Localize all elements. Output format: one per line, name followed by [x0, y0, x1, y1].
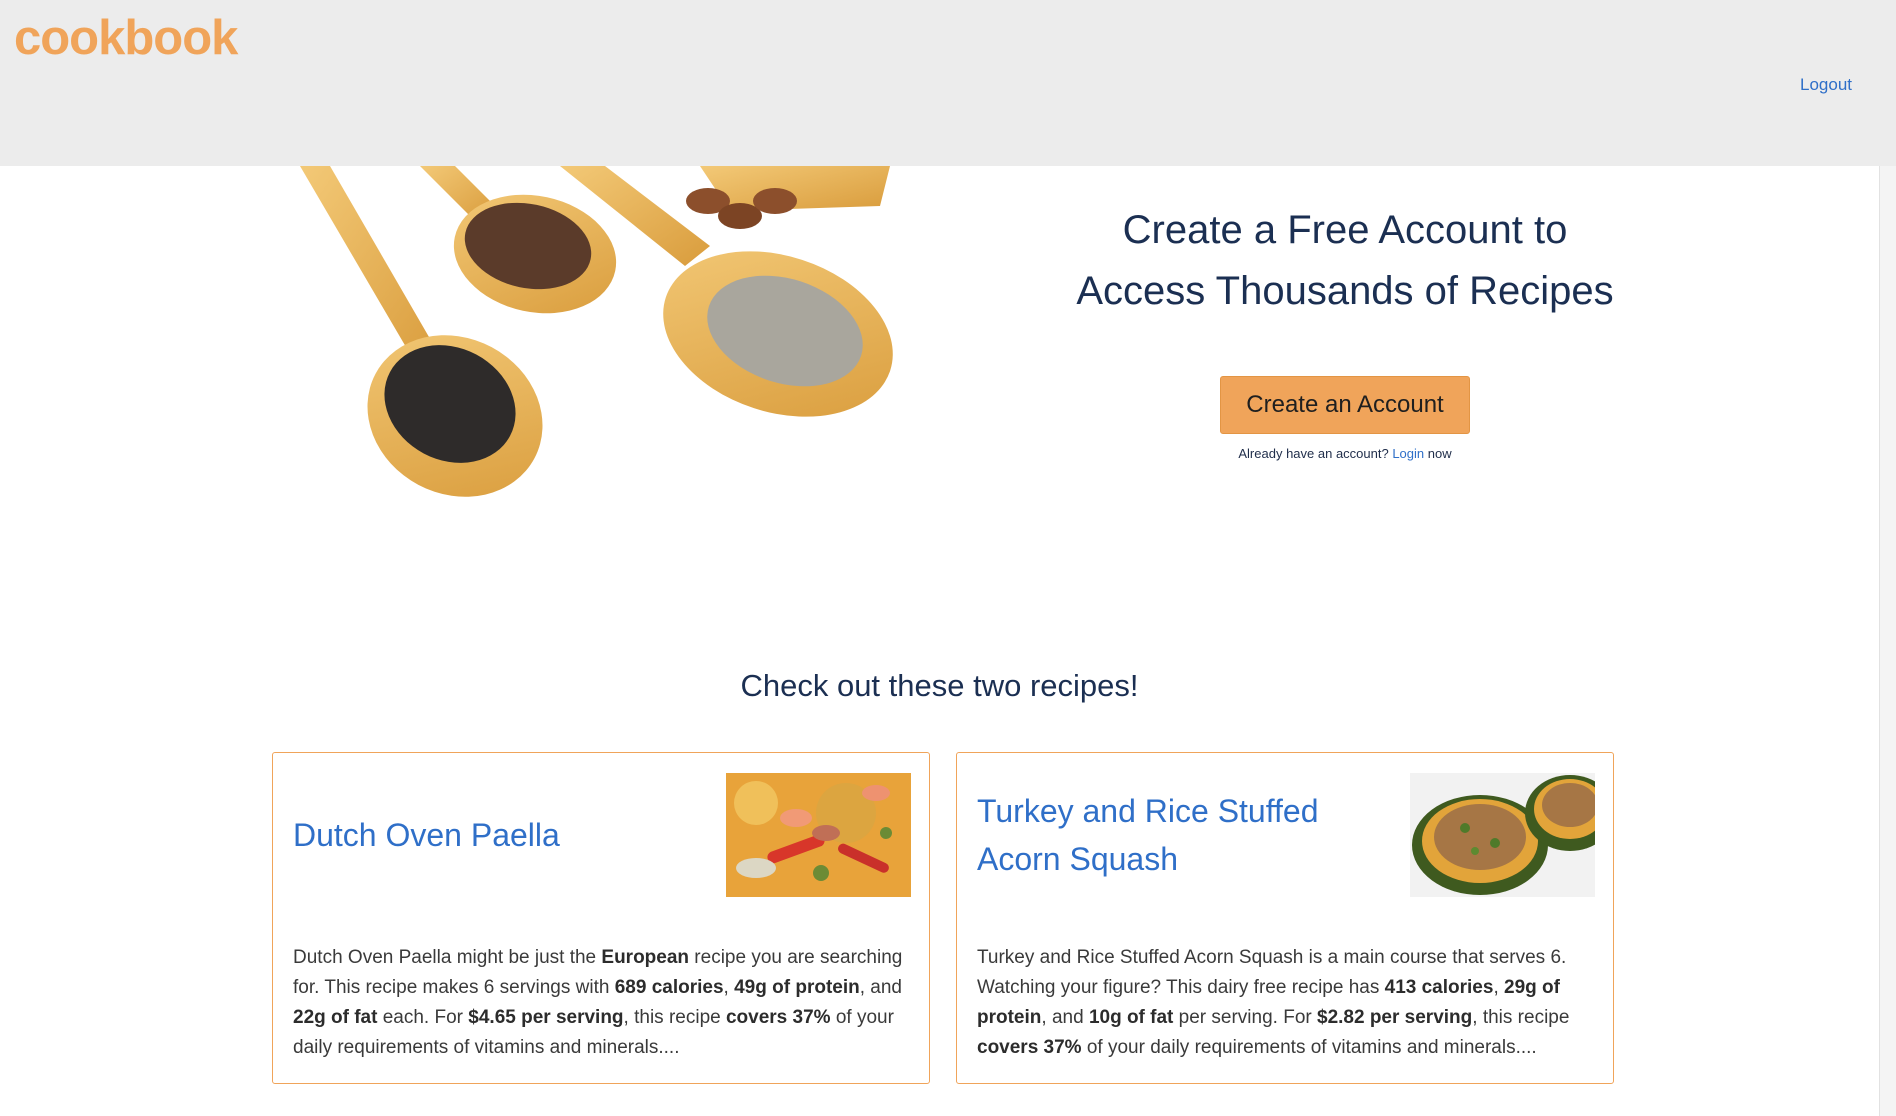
- signup-panel: Create a Free Account to Access Thousand…: [1040, 200, 1650, 461]
- paella-dish-image[interactable]: [726, 773, 911, 897]
- recipe-calories: 689 calories: [614, 977, 724, 998]
- recipe-description: Dutch Oven Paella might be just the Euro…: [293, 943, 913, 1063]
- recipe-desc-text: , this recipe: [1472, 1007, 1570, 1028]
- recipe-desc-text: ,: [723, 977, 735, 998]
- recipe-desc-text: , and: [859, 977, 902, 998]
- recipe-desc-text: Dutch Oven Paella might be just the: [293, 947, 602, 968]
- recipes-section-title: Check out these two recipes!: [740, 668, 1139, 703]
- recipe-calories: 413 calories: [1384, 977, 1494, 998]
- login-note-suffix: now: [1427, 446, 1452, 461]
- recipe-fat: 10g of fat: [1088, 1007, 1174, 1028]
- signup-heading: Create a Free Account to Access Thousand…: [1040, 200, 1650, 322]
- recipe-desc-text: , this recipe: [623, 1007, 726, 1028]
- recipe-desc-text: ,: [1493, 977, 1505, 998]
- recipe-card-header: Dutch Oven Paella: [293, 773, 911, 897]
- signup-heading-line2: Access Thousands of Recipes: [1076, 269, 1614, 313]
- recipe-card-header: Turkey and Rice Stuffed Acorn Squash: [977, 773, 1595, 897]
- recipe-protein: 49g of protein: [734, 977, 860, 998]
- recipe-desc-text: of your daily requirements of vitamins a…: [1081, 1037, 1537, 1058]
- top-header: cookbook Logout: [0, 0, 1896, 166]
- recipe-fat: 22g of fat: [293, 1007, 378, 1028]
- wooden-spoons-with-seeds-image: [300, 166, 893, 497]
- login-link[interactable]: Login: [1392, 446, 1424, 461]
- login-note: Already have an account? Login now: [1040, 446, 1650, 461]
- recipe-description: Turkey and Rice Stuffed Acorn Squash is …: [977, 943, 1597, 1063]
- logout-link[interactable]: Logout: [1800, 75, 1852, 95]
- recipe-desc-text: each. For: [377, 1007, 469, 1028]
- page-scrollbar[interactable]: [1879, 0, 1896, 1116]
- recipe-coverage: covers 37%: [977, 1037, 1082, 1058]
- stuffed-acorn-squash-image[interactable]: [1410, 773, 1595, 897]
- recipe-desc-text: , and: [1041, 1007, 1089, 1028]
- recipe-desc-text: per serving. For: [1173, 1007, 1317, 1028]
- page: cookbook Logout Create a Free Account to: [0, 0, 1896, 1116]
- create-account-button[interactable]: Create an Account: [1220, 376, 1470, 434]
- recipe-price: $4.65 per serving: [468, 1007, 624, 1028]
- recipe-coverage: covers 37%: [725, 1007, 831, 1028]
- login-note-prefix: Already have an account?: [1238, 446, 1389, 461]
- signup-heading-line1: Create a Free Account to: [1122, 208, 1568, 252]
- recipe-price: $2.82 per serving: [1317, 1007, 1473, 1028]
- recipe-card: Turkey and Rice Stuffed Acorn Squash Tur…: [956, 752, 1614, 1084]
- cookbook-logo[interactable]: cookbook: [14, 8, 238, 68]
- recipe-title-link[interactable]: Turkey and Rice Stuffed Acorn Squash: [977, 787, 1397, 883]
- recipe-title-link[interactable]: Dutch Oven Paella: [293, 811, 560, 859]
- recipe-card: Dutch Oven Paella Dutch Oven Paella migh…: [272, 752, 930, 1084]
- recipe-cuisine: European: [601, 947, 690, 968]
